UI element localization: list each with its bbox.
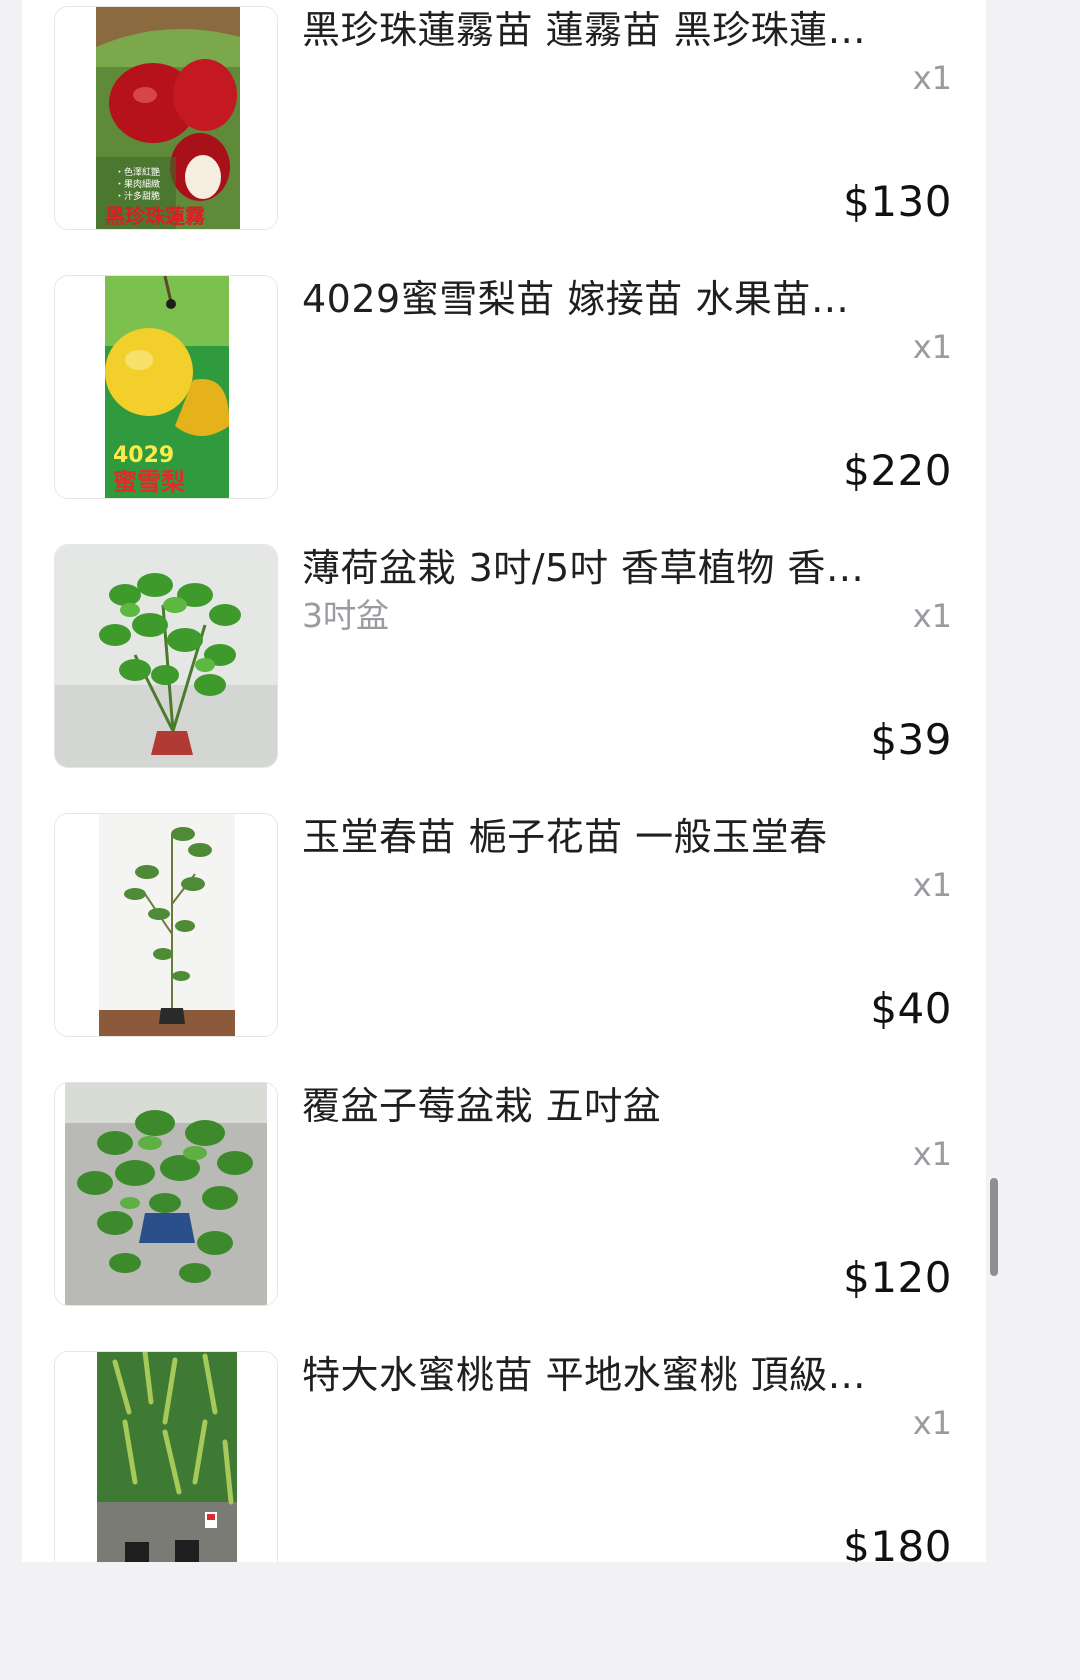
price-label: $39: [870, 715, 952, 764]
cart-item-4029-snow-pear[interactable]: 4029 蜜雪梨 4029蜜雪梨苗 嫁接苗 水果苗… x1 $220: [22, 269, 986, 538]
quantity-label: x1: [912, 866, 952, 904]
cart-item-list: ・色澤紅艷 ・果肉細緻 ・汁多甜脆 黑珍珠蓮霧 黑珍珠蓮霧苗 蓮霧苗 黑珍珠蓮……: [22, 0, 986, 1562]
product-variant: 3吋盆: [302, 596, 389, 635]
price-label: $220: [843, 446, 952, 495]
quantity-label: x1: [912, 59, 952, 97]
scrollbar-thumb[interactable]: [990, 1178, 998, 1276]
product-image[interactable]: [54, 544, 278, 768]
product-image[interactable]: ・色澤紅艷 ・果肉細緻 ・汁多甜脆 黑珍珠蓮霧: [54, 6, 278, 230]
product-title[interactable]: 薄荷盆栽 3吋/5吋 香草植物 香…: [302, 544, 952, 592]
product-image[interactable]: [54, 813, 278, 1037]
cart-screen: ・色澤紅艷 ・果肉細緻 ・汁多甜脆 黑珍珠蓮霧 黑珍珠蓮霧苗 蓮霧苗 黑珍珠蓮……: [0, 0, 1008, 1562]
peach-seedling-photo-icon: [55, 1352, 277, 1562]
mint-plant-photo-icon: [55, 545, 277, 767]
quantity-label: x1: [912, 597, 952, 635]
cart-item-giant-peach[interactable]: 特大水蜜桃苗 平地水蜜桃 頂級… x1 $180: [22, 1345, 986, 1562]
product-title[interactable]: 特大水蜜桃苗 平地水蜜桃 頂級…: [302, 1351, 952, 1399]
price-label: $120: [843, 1253, 952, 1302]
product-title[interactable]: 黑珍珠蓮霧苗 蓮霧苗 黑珍珠蓮…: [302, 6, 952, 54]
price-label: $130: [843, 177, 952, 226]
gardenia-seedling-photo-icon: [55, 814, 277, 1036]
product-image[interactable]: [54, 1351, 278, 1562]
product-title[interactable]: 4029蜜雪梨苗 嫁接苗 水果苗…: [302, 275, 952, 323]
snow-pear-photo-icon: 4029 蜜雪梨: [55, 276, 277, 498]
product-image[interactable]: [54, 1082, 278, 1306]
cart-item-mint-pot[interactable]: 薄荷盆栽 3吋/5吋 香草植物 香… 3吋盆 x1 $39: [22, 538, 986, 807]
product-title[interactable]: 玉堂春苗 梔子花苗 一般玉堂春: [302, 813, 952, 861]
wax-apple-photo-icon: ・色澤紅艷 ・果肉細緻 ・汁多甜脆 黑珍珠蓮霧: [55, 7, 277, 229]
cart-item-raspberry-pot[interactable]: 覆盆子莓盆栽 五吋盆 x1 $120: [22, 1076, 986, 1345]
image-label: 蜜雪梨: [113, 467, 185, 496]
quantity-label: x1: [912, 1404, 952, 1442]
quantity-label: x1: [912, 1135, 952, 1173]
quantity-label: x1: [912, 328, 952, 366]
image-label: 黑珍珠蓮霧: [105, 204, 206, 228]
raspberry-plant-photo-icon: [55, 1083, 277, 1305]
bullet-text-2: ・果肉細緻: [115, 178, 160, 190]
bullet-text-1: ・色澤紅艷: [115, 166, 160, 178]
cart-item-black-pearl-wax-apple[interactable]: ・色澤紅艷 ・果肉細緻 ・汁多甜脆 黑珍珠蓮霧 黑珍珠蓮霧苗 蓮霧苗 黑珍珠蓮……: [22, 0, 986, 269]
product-title[interactable]: 覆盆子莓盆栽 五吋盆: [302, 1082, 952, 1130]
product-image[interactable]: 4029 蜜雪梨: [54, 275, 278, 499]
bullet-text-3: ・汁多甜脆: [115, 190, 160, 202]
cart-item-gardenia[interactable]: 玉堂春苗 梔子花苗 一般玉堂春 x1 $40: [22, 807, 986, 1076]
price-label: $40: [870, 984, 952, 1033]
price-label: $180: [843, 1522, 952, 1562]
image-number-label: 4029: [113, 443, 174, 468]
